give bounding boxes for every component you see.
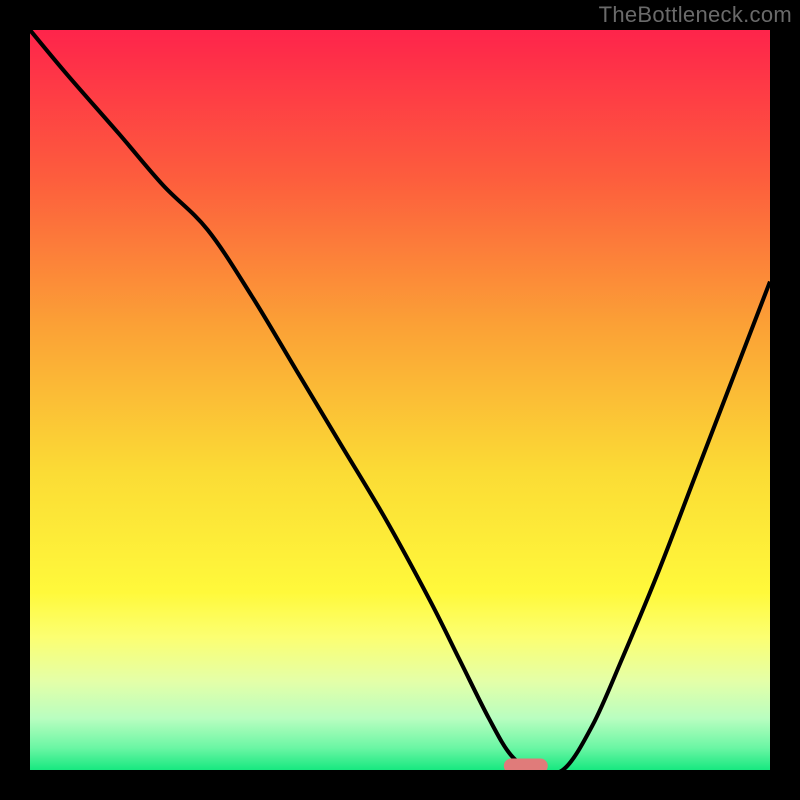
- chart-frame: TheBottleneck.com: [0, 0, 800, 800]
- plot-area: [30, 30, 770, 770]
- bottleneck-curve: [30, 30, 770, 770]
- optimal-marker: [504, 759, 548, 770]
- watermark-text: TheBottleneck.com: [599, 2, 792, 28]
